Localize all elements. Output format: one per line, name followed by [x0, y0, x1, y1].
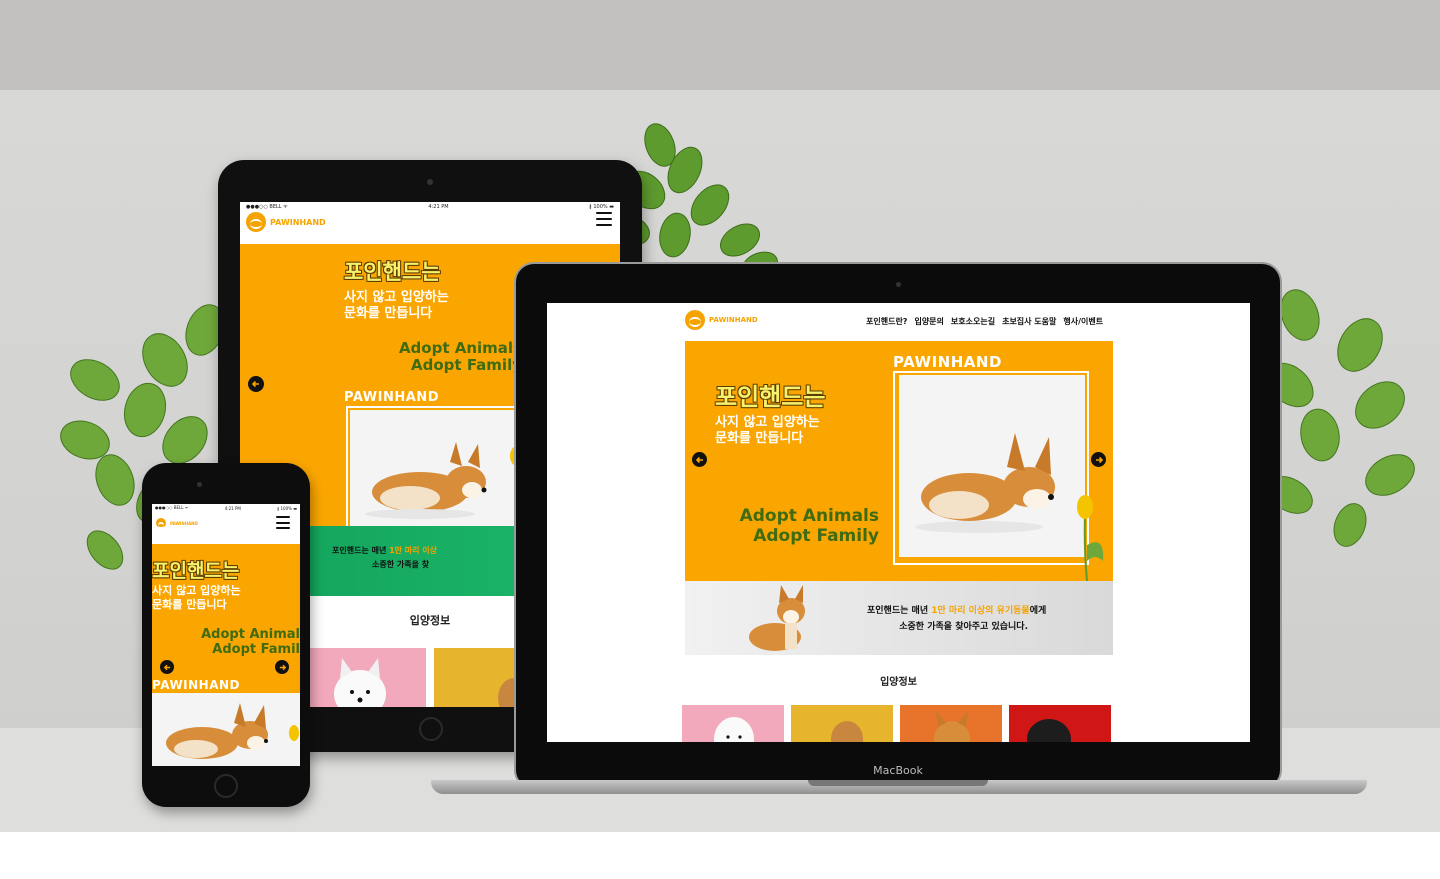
promo-banner: 포인핸드는 매년 1만 마리 이상의 유기동물에게 소중한 가족을 찾아주고 있… — [685, 581, 1113, 655]
main-nav: 포인핸드란? 입양문의 보호소오는길 초보집사 도움말 행사/이벤트 — [866, 316, 1103, 327]
adoption-thumb-samoyed[interactable] — [682, 705, 784, 742]
adoption-thumb-samoyed[interactable] — [310, 648, 426, 707]
hero-title: 포인핸드는 — [344, 260, 441, 284]
backdrop-bottom — [0, 832, 1440, 879]
adopt-slogan: Adopt Animal Adopt Famil — [201, 627, 300, 657]
hero-subtitle: 사지 않고 입양하는 문화를 만듭니다 — [715, 415, 820, 447]
laptop-screen: PAWINHAND 포인핸드란? 입양문의 보호소오는길 초보집사 도움말 행사… — [547, 303, 1250, 742]
mockup-scene: ●●●○○ BELL ᯤ 4:21 PM ∦ 100% ▬ PAWINHAND … — [0, 0, 1440, 879]
hamburger-menu-icon[interactable] — [596, 212, 612, 226]
carousel-prev-button[interactable] — [692, 452, 707, 467]
site-logo[interactable]: PAWINHAND — [685, 310, 758, 330]
camera-icon — [197, 482, 202, 487]
camera-icon — [427, 179, 433, 185]
nav-item-beginner-guide[interactable]: 초보집사 도움말 — [1002, 316, 1056, 327]
pawinhand-logo-icon — [685, 310, 705, 330]
pawinhand-logo-icon — [156, 518, 166, 529]
hero-title: 포인핸드는 — [152, 560, 240, 582]
brand-name: PAWINHAND — [170, 520, 198, 526]
nav-item-about[interactable]: 포인핸드란? — [866, 316, 907, 327]
hero-carousel: 포인핸드는 사지 않고 입양하는 문화를 만듭니다 Adopt Animals Ad… — [685, 341, 1113, 581]
carousel-prev-button[interactable] — [160, 660, 174, 674]
hero-title: 포인핸드는 — [715, 383, 826, 411]
arrow-right-icon — [279, 664, 286, 670]
backdrop-top — [0, 0, 1440, 90]
photo-brand-label: PAWINHAND — [893, 353, 1002, 371]
adoption-thumb-corgi[interactable] — [900, 705, 1002, 742]
carousel-next-button[interactable] — [275, 660, 289, 674]
laptop-brand-label: MacBook — [873, 764, 923, 777]
home-button-icon — [214, 774, 238, 798]
arrow-left-icon — [163, 664, 170, 670]
laptop-device: PAWINHAND 포인핸드란? 입양문의 보호소오는길 초보집사 도움말 행사… — [516, 264, 1280, 788]
arrow-left-icon — [251, 380, 259, 388]
site-logo[interactable]: PAWINHAND — [156, 518, 198, 529]
status-bar: ●●●○○ BELL ᯤ 4:21 PM ∦ 100% ▬ — [152, 504, 300, 512]
status-battery: ∦ 100% ▬ — [277, 505, 297, 511]
brand-name: PAWINHAND — [270, 217, 326, 227]
adopt-slogan: Adopt Animals Adopt Family — [739, 506, 879, 546]
corgi-photo — [899, 375, 1085, 557]
laptop-notch — [808, 780, 988, 786]
pawinhand-logo-icon — [246, 212, 266, 232]
status-time: 4:21 PM — [224, 505, 241, 511]
phone-device: ●●●○○ BELL ᯤ 4:21 PM ∦ 100% ▬ PAWINHAND … — [142, 463, 310, 807]
phone-screen: ●●●○○ BELL ᯤ 4:21 PM ∦ 100% ▬ PAWINHAND … — [152, 504, 300, 766]
photo-brand-label: PAWINHAND — [152, 678, 241, 692]
status-carrier: ●●●○○ BELL ᯤ — [246, 204, 288, 210]
nav-item-directions[interactable]: 보호소오는길 — [951, 316, 995, 327]
camera-icon — [896, 282, 901, 287]
corgi-sitting-photo — [749, 585, 805, 651]
adoption-thumb-frenchie[interactable] — [791, 705, 893, 742]
tulip-decoration — [1077, 495, 1104, 581]
hero-subtitle: 사지 않고 입양하는 문화를 만듭니다 — [152, 584, 241, 611]
arrow-right-icon — [1095, 456, 1103, 463]
hamburger-menu-icon[interactable] — [276, 516, 290, 529]
home-button-icon — [419, 717, 443, 741]
status-time: 4:21 PM — [428, 204, 449, 210]
hero-subtitle: 사지 않고 입양하는 문화를 만듭니다 — [344, 290, 449, 322]
nav-item-adoption-inquiry[interactable]: 입양문의 — [914, 316, 943, 327]
banner-text: 포인핸드는 매년 1만 마리 이상 소중한 가족을 찾 — [332, 546, 438, 569]
corgi-photo — [152, 693, 300, 766]
brand-name: PAWINHAND — [709, 316, 758, 324]
photo-brand-label: PAWINHAND — [344, 390, 439, 405]
banner-text: 포인핸드는 매년 1만 마리 이상의 유기동물에게 소중한 가족을 찾아주고 있… — [867, 606, 1047, 633]
nav-item-events[interactable]: 행사/이벤트 — [1063, 316, 1103, 327]
status-bar: ●●●○○ BELL ᯤ 4:21 PM ∦ 100% ▬ — [240, 202, 620, 212]
adopt-slogan: Adopt Animals Adopt Family — [398, 339, 522, 375]
carousel-prev-button[interactable] — [248, 376, 264, 392]
adoption-thumb-pug[interactable] — [1009, 705, 1111, 742]
hero-carousel: 포인핸드는 사지 않고 입양하는 문화를 만듭니다 Adopt Animal Ado… — [152, 544, 300, 766]
status-battery: ∦ 100% ▬ — [589, 204, 614, 210]
adoption-info-title: 입양정보 — [880, 677, 917, 688]
arrow-left-icon — [695, 456, 703, 463]
carousel-next-button[interactable] — [1091, 452, 1106, 467]
site-logo[interactable]: PAWINHAND — [246, 212, 326, 232]
status-carrier: ●●●○○ BELL ᯤ — [155, 505, 189, 510]
